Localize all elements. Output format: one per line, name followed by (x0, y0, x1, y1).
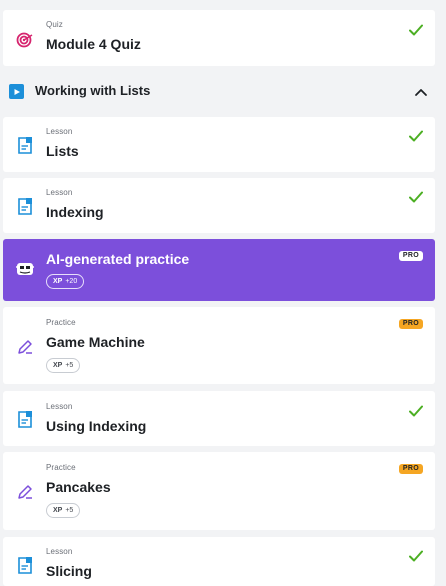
list-item-pancakes[interactable]: Practice Pancakes XP +5 PRO (3, 452, 435, 530)
list-item-module-4-quiz[interactable]: Quiz Module 4 Quiz (3, 10, 435, 66)
item-title: Pancakes (46, 479, 111, 495)
document-icon (15, 555, 35, 575)
item-type-label: Lesson (46, 547, 73, 556)
item-type-label: Practice (46, 463, 76, 472)
xp-label: XP (53, 362, 63, 369)
list-item-using-indexing[interactable]: Lesson Using Indexing (3, 391, 435, 446)
xp-chip: XP +5 (46, 358, 81, 373)
item-title: Lists (46, 143, 79, 159)
item-title: Using Indexing (46, 418, 147, 434)
checkmark-icon (409, 23, 423, 36)
checkmark-icon (409, 549, 423, 562)
item-title: Game Machine (46, 334, 145, 350)
list-item-ai-generated-practice[interactable]: AI-generated practice XP +20 PRO (3, 239, 435, 301)
item-type-label: Quiz (46, 20, 63, 29)
document-icon (15, 196, 35, 216)
list-item-slicing[interactable]: Lesson Slicing (3, 537, 435, 586)
item-type-label: Lesson (46, 188, 73, 197)
document-icon (15, 409, 35, 429)
item-title: Indexing (46, 204, 104, 220)
target-icon (15, 30, 35, 50)
pro-badge: PRO (398, 251, 423, 261)
item-title: AI-generated practice (46, 251, 190, 267)
item-type-label: Practice (46, 318, 76, 327)
xp-chip: XP +5 (46, 503, 81, 518)
document-icon (15, 135, 35, 155)
pro-badge: PRO (398, 319, 423, 329)
xp-label: XP (53, 278, 63, 285)
checkmark-icon (409, 129, 423, 142)
section-header-working-with-lists[interactable]: Working with Lists (3, 73, 435, 111)
play-icon (9, 84, 24, 99)
item-type-label: Lesson (46, 402, 73, 411)
list-item-lists[interactable]: Lesson Lists (3, 117, 435, 172)
checkmark-icon (409, 404, 423, 417)
robot-face-icon (15, 259, 35, 279)
item-type-label: Lesson (46, 127, 73, 136)
pencil-icon (15, 337, 35, 357)
list-item-indexing[interactable]: Lesson Indexing (3, 178, 435, 233)
item-title: Module 4 Quiz (46, 36, 141, 52)
xp-value: +5 (65, 362, 74, 369)
section-title: Working with Lists (35, 83, 151, 98)
checkmark-icon (409, 190, 423, 203)
xp-value: +20 (65, 278, 78, 285)
list-item-game-machine[interactable]: Practice Game Machine XP +5 PRO (3, 307, 435, 384)
chevron-up-icon[interactable] (414, 85, 428, 97)
xp-chip: XP +20 (46, 274, 85, 289)
pencil-icon (15, 482, 35, 502)
xp-label: XP (53, 507, 63, 514)
item-title: Slicing (46, 563, 92, 579)
xp-value: +5 (65, 507, 74, 514)
pro-badge: PRO (398, 464, 423, 474)
